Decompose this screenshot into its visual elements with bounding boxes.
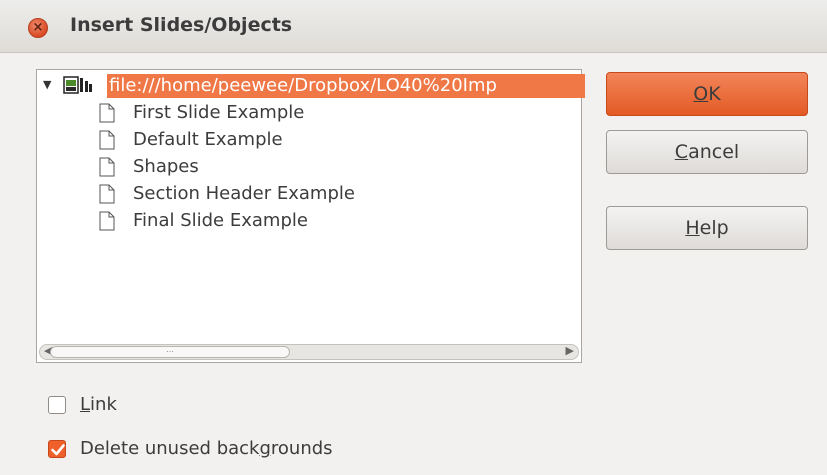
tree-item-label: Section Header Example xyxy=(133,183,355,204)
document-icon xyxy=(99,211,115,231)
ok-button[interactable]: OK xyxy=(606,72,808,116)
delete-unused-label-start: Delete unused back xyxy=(80,438,260,459)
delete-unused-mnemonic: g xyxy=(259,438,271,459)
link-checkbox[interactable] xyxy=(48,396,66,414)
tree-item-shapes[interactable]: Shapes xyxy=(99,155,569,181)
cancel-mnemonic: C xyxy=(674,141,689,163)
tree-item-first-slide[interactable]: First Slide Example xyxy=(99,101,569,127)
dialog-title: Insert Slides/Objects xyxy=(70,14,293,36)
title-bar: × Insert Slides/Objects xyxy=(0,0,827,53)
delete-unused-label[interactable]: Delete unused backgrounds xyxy=(80,437,333,461)
link-label-rest: ink xyxy=(90,394,117,415)
tree-root-row[interactable]: ▼ file:///home/peewee/Dropbox/LO40%20Imp xyxy=(41,74,585,98)
slide-tree[interactable]: ▼ file:///home/peewee/Dropbox/LO40%20Imp… xyxy=(36,69,585,363)
delete-unused-label-end: rounds xyxy=(270,438,333,459)
checkmark-icon xyxy=(51,444,65,456)
link-mnemonic: L xyxy=(80,394,91,415)
expand-arrow-icon[interactable]: ▼ xyxy=(43,78,51,91)
scroll-right-icon[interactable]: ▶ xyxy=(566,344,574,357)
tree-item-label: First Slide Example xyxy=(133,102,305,123)
document-icon xyxy=(99,103,115,123)
delete-unused-checkbox[interactable] xyxy=(48,440,66,458)
help-mnemonic: H xyxy=(685,217,700,239)
presentation-file-icon xyxy=(63,76,92,94)
document-icon xyxy=(99,184,115,204)
tree-item-default[interactable]: Default Example xyxy=(99,128,569,154)
cancel-button[interactable]: Cancel xyxy=(606,130,808,174)
tree-item-label: Default Example xyxy=(133,129,283,150)
tree-item-label: Shapes xyxy=(133,156,199,177)
horizontal-scrollbar[interactable]: ◀ ⋯ ▶ xyxy=(39,344,579,360)
close-button[interactable]: × xyxy=(28,18,48,38)
document-icon xyxy=(99,157,115,177)
tree-item-final-slide[interactable]: Final Slide Example xyxy=(99,209,569,235)
link-label[interactable]: Link xyxy=(80,393,117,417)
cancel-label: ancel xyxy=(688,141,740,163)
tree-root-label[interactable]: file:///home/peewee/Dropbox/LO40%20Imp xyxy=(107,74,585,98)
ok-mnemonic: O xyxy=(693,83,709,105)
help-label: elp xyxy=(699,217,729,239)
document-icon xyxy=(99,130,115,150)
grip-icon: ⋯ xyxy=(166,347,174,356)
scrollbar-thumb[interactable]: ⋯ xyxy=(50,346,290,358)
ok-label: K xyxy=(708,83,721,105)
tree-item-label: Final Slide Example xyxy=(133,210,308,231)
tree-item-section-header[interactable]: Section Header Example xyxy=(99,182,569,208)
help-button[interactable]: Help xyxy=(606,206,808,250)
